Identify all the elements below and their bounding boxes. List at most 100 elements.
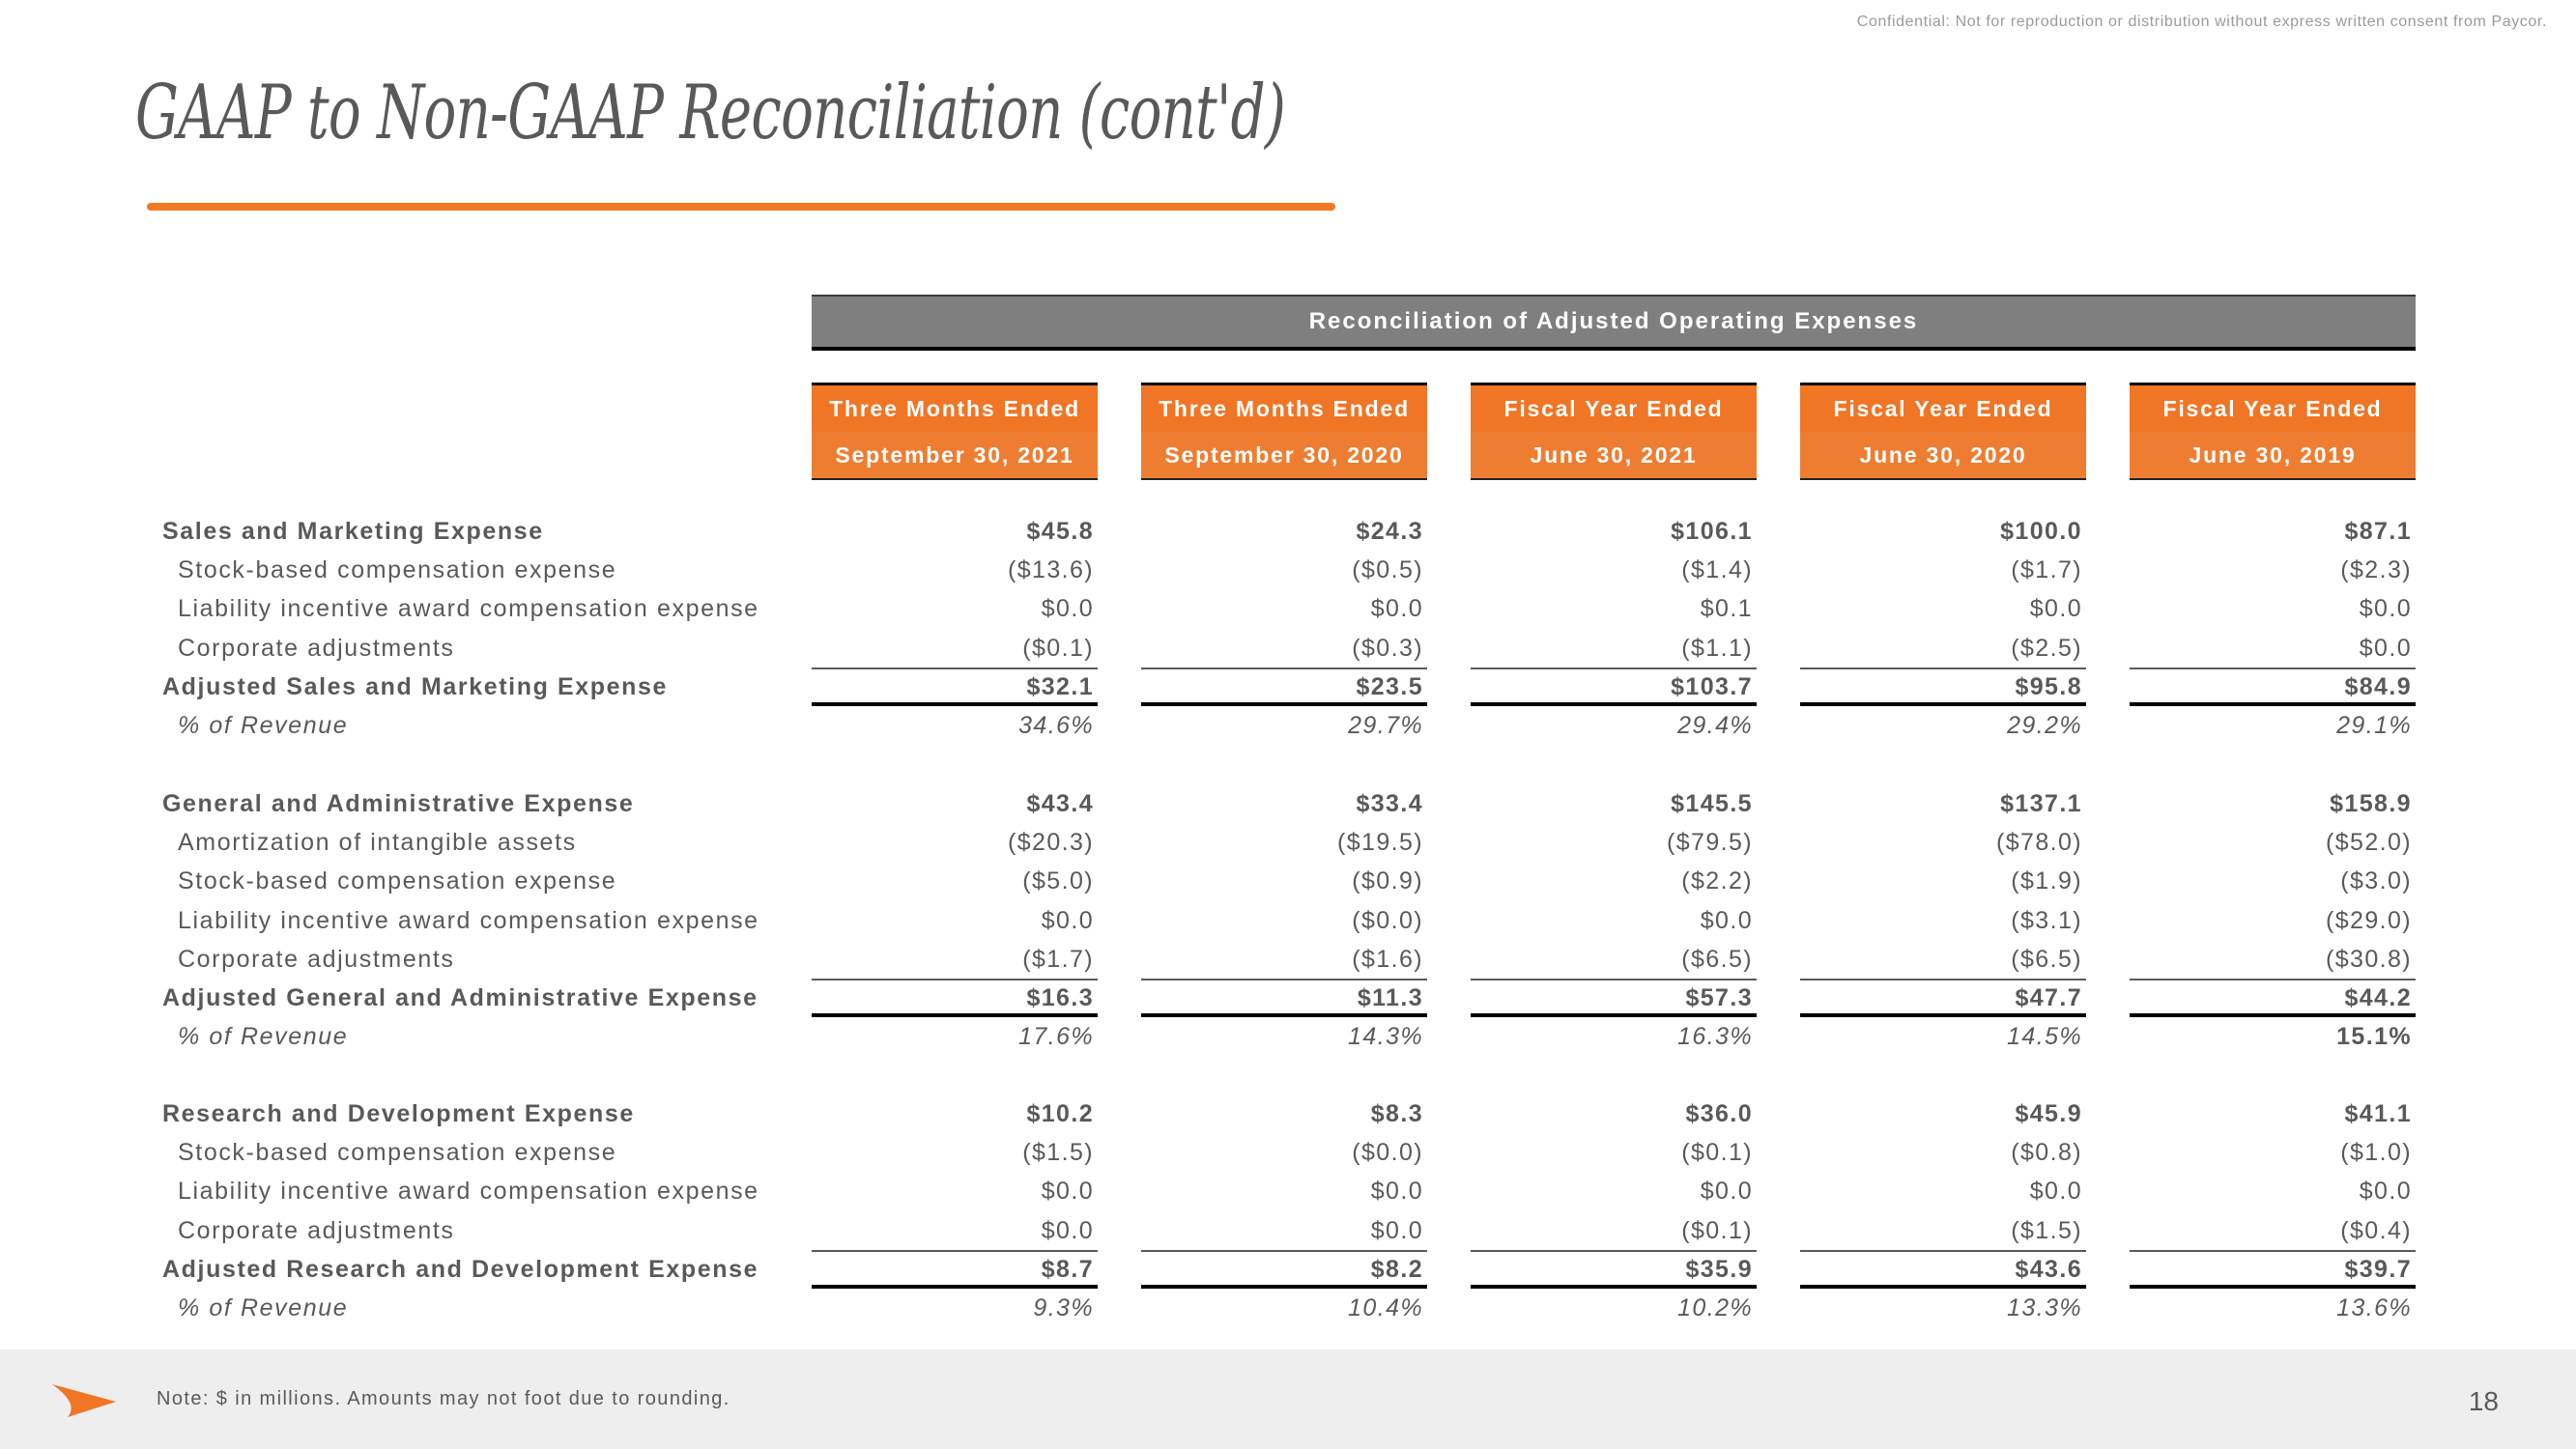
row-label: Research and Development Expense xyxy=(162,1100,635,1127)
table-cell: ($19.5) xyxy=(1336,829,1423,857)
table-cell: ($0.9) xyxy=(1352,867,1423,895)
table-row: Corporate adjustments $0.0 $0.0 ($0.1) ($1.5… xyxy=(0,1211,2576,1250)
table-cell: ($79.5) xyxy=(1666,829,1753,857)
table-cell: 13.6% xyxy=(2336,1294,2412,1321)
column-header: Fiscal Year Ended June 30, 2019 xyxy=(2130,383,2416,480)
table-cell: $45.8 xyxy=(1026,518,1094,545)
row-label: Corporate adjustments xyxy=(178,634,455,662)
table-cell: 29.2% xyxy=(2007,712,2082,739)
table-cell: ($0.5) xyxy=(1352,556,1423,584)
column-header-period: Three Months Ended xyxy=(1141,385,1427,432)
column-header-period: Three Months Ended xyxy=(812,385,1098,432)
table-cell: ($0.8) xyxy=(2011,1139,2082,1167)
table-cell: 15.1% xyxy=(2336,1023,2412,1051)
table-cell: $106.1 xyxy=(1671,518,1753,545)
table-cell: 17.6% xyxy=(1018,1023,1094,1051)
table-row: General and Administrative Expense $43.4 $… xyxy=(0,784,2576,823)
paycor-arrow-icon xyxy=(50,1382,118,1422)
table-cell: $0.0 xyxy=(1370,1216,1423,1244)
table-cell: ($2.2) xyxy=(1681,867,1753,895)
table-cell: $0.0 xyxy=(2359,1178,2412,1206)
table-cell: $45.9 xyxy=(2015,1100,2082,1127)
table-cell: $145.5 xyxy=(1671,790,1753,817)
confidential-notice: Confidential: Not for reproduction or di… xyxy=(1856,14,2547,30)
table-cell: $158.9 xyxy=(2330,790,2412,817)
table-cell: $0.0 xyxy=(2029,1178,2082,1206)
table-cell: 14.5% xyxy=(2007,1023,2082,1051)
table-cell: $47.7 xyxy=(1800,979,2086,1017)
row-label: Corporate adjustments xyxy=(178,945,455,973)
column-header-date: September 30, 2021 xyxy=(812,432,1098,478)
table-row: % of Revenue 17.6% 14.3% 16.3% 14.5% 15.1% xyxy=(0,1017,2576,1056)
table-cell: $35.9 xyxy=(1471,1249,1757,1289)
row-label: Stock-based compensation expense xyxy=(178,556,617,584)
table-cell: 10.4% xyxy=(1348,1294,1423,1321)
table-cell: $23.5 xyxy=(1141,667,1427,706)
row-label: % of Revenue xyxy=(178,1294,349,1321)
row-label: Sales and Marketing Expense xyxy=(162,518,544,545)
table-cell: 16.3% xyxy=(1677,1023,1753,1051)
page-title: GAAP to Non-GAAP Reconciliation (cont'd) xyxy=(135,70,1286,156)
column-header-date: June 30, 2019 xyxy=(2130,432,2416,478)
table-cell: $33.4 xyxy=(1356,790,1423,817)
table-cell: ($1.9) xyxy=(2011,867,2082,895)
table-cell: ($1.6) xyxy=(1352,945,1423,973)
table-cell: $36.0 xyxy=(1685,1100,1753,1127)
row-label: Stock-based compensation expense xyxy=(178,1139,617,1167)
column-header-period: Fiscal Year Ended xyxy=(1800,385,2086,432)
table-cell: 29.1% xyxy=(2336,712,2412,739)
column-header-date: June 30, 2020 xyxy=(1800,432,2086,478)
table-cell: $8.3 xyxy=(1370,1100,1423,1127)
table-row: Liability incentive award compensation e… xyxy=(0,589,2576,628)
table-cell: ($1.4) xyxy=(1681,556,1753,584)
table-row: Research and Development Expense $10.2 $8.… xyxy=(0,1094,2576,1133)
table-cell: $32.1 xyxy=(812,667,1098,706)
table-cell: $84.9 xyxy=(2130,667,2416,706)
table-row: Liability incentive award compensation e… xyxy=(0,1172,2576,1210)
row-label: Amortization of intangible assets xyxy=(178,829,577,857)
table-cell: ($0.1) xyxy=(1681,1139,1753,1167)
table-cell: $43.6 xyxy=(1800,1249,2086,1289)
table-cell: $0.0 xyxy=(1370,1178,1423,1206)
table-cell: $0.0 xyxy=(2029,595,2082,623)
table-cell: ($0.3) xyxy=(1352,634,1423,662)
table-row: % of Revenue 9.3% 10.4% 10.2% 13.3% 13.6% xyxy=(0,1289,2576,1327)
table-cell: ($6.5) xyxy=(2011,945,2082,973)
table-cell: ($1.7) xyxy=(1022,945,1094,973)
table-cell: ($2.3) xyxy=(2340,556,2412,584)
table-cell: ($30.8) xyxy=(2325,945,2412,973)
table-cell: ($0.0) xyxy=(1352,906,1423,934)
table-cell: $0.0 xyxy=(1700,906,1753,934)
table-cell: ($1.5) xyxy=(2011,1216,2082,1244)
column-header-date: June 30, 2021 xyxy=(1471,432,1757,478)
table-cell: $16.3 xyxy=(812,979,1098,1017)
column-header-date: September 30, 2020 xyxy=(1141,432,1427,478)
table-row: Sales and Marketing Expense $45.8 $24.3 $10… xyxy=(0,512,2576,551)
table-row: Adjusted General and Administrative Expe… xyxy=(0,979,2576,1017)
table-cell: $0.0 xyxy=(2359,595,2412,623)
table-cell: ($29.0) xyxy=(2325,906,2412,934)
row-label: Liability incentive award compensation e… xyxy=(178,1178,759,1206)
table-row: Adjusted Sales and Marketing Expense $32.… xyxy=(0,667,2576,706)
table-cell: 34.6% xyxy=(1018,712,1094,739)
table-cell: $41.1 xyxy=(2344,1100,2412,1127)
table-cell: $0.0 xyxy=(1041,1178,1094,1206)
footer: Note: $ in millions. Amounts may not foo… xyxy=(0,1350,2576,1449)
table-cell: ($1.1) xyxy=(1681,634,1753,662)
table-cell: $11.3 xyxy=(1141,979,1427,1017)
table-cell: $0.0 xyxy=(1041,1216,1094,1244)
row-label: Stock-based compensation expense xyxy=(178,867,617,895)
table-row: Corporate adjustments ($1.7) ($1.6) ($6.5) (… xyxy=(0,940,2576,979)
table-cell: $0.0 xyxy=(2359,634,2412,662)
footer-note: Note: $ in millions. Amounts may not foo… xyxy=(157,1388,730,1409)
table-cell: $137.1 xyxy=(2000,790,2082,817)
table-cell: $44.2 xyxy=(2130,979,2416,1017)
table-cell: ($2.5) xyxy=(2011,634,2082,662)
table-cell: 29.4% xyxy=(1677,712,1753,739)
table-cell: ($13.6) xyxy=(1007,556,1094,584)
row-label: Adjusted Research and Development Expens… xyxy=(162,1255,759,1283)
column-header-period: Fiscal Year Ended xyxy=(1471,385,1757,432)
row-label: Adjusted Sales and Marketing Expense xyxy=(162,672,669,700)
table-cell: ($0.1) xyxy=(1681,1216,1753,1244)
table-cell: 29.7% xyxy=(1348,712,1423,739)
